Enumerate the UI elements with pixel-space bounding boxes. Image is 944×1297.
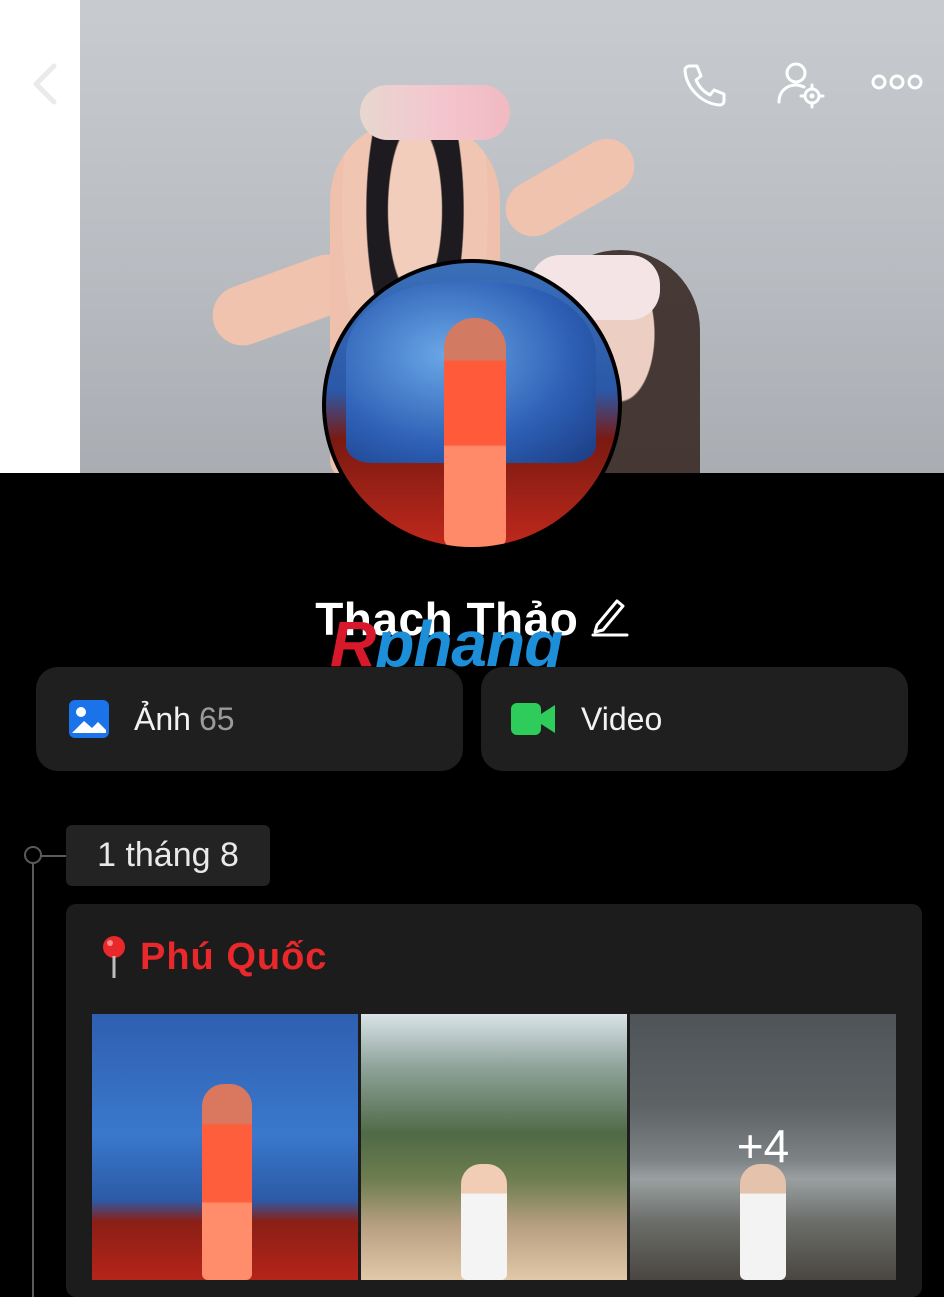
cover-headband <box>360 85 510 140</box>
profile-avatar[interactable] <box>322 259 622 551</box>
profile-settings-button[interactable] <box>774 58 826 110</box>
photo-subject <box>461 1164 507 1280</box>
post-photo-2[interactable] <box>361 1014 627 1280</box>
post-location[interactable]: Phú Quốc <box>98 932 327 982</box>
photo-subject <box>740 1164 786 1280</box>
photos-button[interactable]: Ảnh 65 <box>36 667 463 771</box>
timeline-connector <box>40 855 66 857</box>
videos-label: Video <box>581 700 663 737</box>
photos-label: Ảnh <box>134 700 191 737</box>
pencil-icon <box>591 599 629 637</box>
back-button[interactable] <box>26 60 66 108</box>
videos-button[interactable]: Video <box>481 667 908 771</box>
post-photo-3[interactable]: +4 <box>630 1014 896 1280</box>
cover-arm <box>495 128 645 247</box>
photo-subject <box>202 1084 252 1280</box>
phone-icon <box>683 64 726 107</box>
more-photos-count: +4 <box>736 1120 790 1172</box>
location-pin-icon <box>103 936 125 978</box>
image-icon <box>69 700 109 738</box>
photos-count: 65 <box>198 700 235 737</box>
video-camera-icon <box>511 703 555 735</box>
edit-name-button[interactable] <box>589 593 629 637</box>
more-options-button[interactable] <box>870 58 924 110</box>
user-settings-icon <box>777 62 825 109</box>
more-horizontal-icon <box>871 74 923 90</box>
timeline-date: 1 tháng 8 <box>66 825 270 886</box>
avatar-person <box>444 318 506 547</box>
call-button[interactable] <box>678 58 730 110</box>
timeline-line <box>32 856 34 1297</box>
location-name: Phú Quốc <box>140 935 328 978</box>
post-photo-1[interactable] <box>92 1014 358 1280</box>
chevron-left-icon <box>33 63 57 105</box>
timeline-dot <box>24 846 42 864</box>
